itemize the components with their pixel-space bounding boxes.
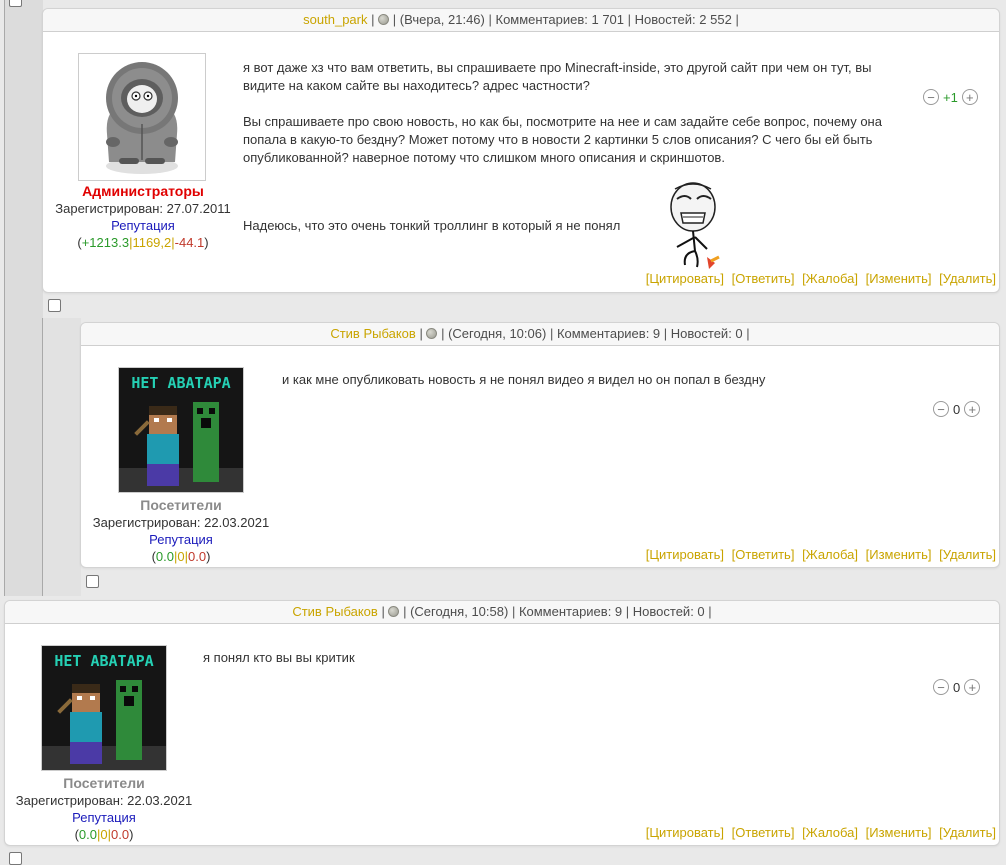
online-status-icon (388, 606, 400, 617)
select-checkbox[interactable] (86, 575, 99, 588)
reputation-link[interactable]: Репутация (5, 809, 203, 826)
comment-card-1: south_park | | (Вчера, 21:46) | Коммента… (42, 8, 1000, 293)
edit-button[interactable]: [Изменить] (866, 271, 932, 286)
online-status-icon (426, 328, 438, 339)
comment-header: south_park | | (Вчера, 21:46) | Коммента… (43, 9, 999, 32)
reputation-values: (0.0|0|0.0) (74, 827, 134, 842)
reputation-total: 1169,2 (132, 235, 172, 250)
avatar[interactable]: НЕТ АВАТАРА (118, 367, 244, 493)
select-checkbox-top[interactable] (9, 0, 22, 7)
reputation-total: 0 (100, 827, 108, 842)
comment-time: (Вчера, 21:46) (399, 12, 485, 27)
news-count: Новостей: 0 (632, 604, 705, 619)
vote-down-button[interactable]: − (933, 679, 949, 695)
rage-face-image (670, 182, 720, 269)
quote-button[interactable]: [Цитировать] (646, 825, 724, 840)
delete-button[interactable]: [Удалить] (939, 271, 996, 286)
comment-actions: [Цитировать] [Ответить] [Жалоба] [Измени… (642, 271, 996, 286)
registered-date: Зарегистрирован: 27.07.2011 (55, 201, 231, 216)
comment-actions: [Цитировать] [Ответить] [Жалоба] [Измени… (642, 825, 996, 840)
reply-button[interactable]: [Ответить] (732, 271, 795, 286)
reputation-total: 0 (177, 549, 185, 564)
user-group: Посетители (140, 497, 222, 513)
rating-value: 0 (953, 401, 961, 417)
avatar[interactable]: НЕТ АВАТАРА (41, 645, 167, 771)
reply-button[interactable]: [Ответить] (732, 825, 795, 840)
delete-button[interactable]: [Удалить] (939, 547, 996, 562)
delete-button[interactable]: [Удалить] (939, 825, 996, 840)
reputation-link[interactable]: Репутация (81, 531, 281, 548)
svg-text:НЕТ АВАТАРА: НЕТ АВАТАРА (131, 374, 230, 392)
user-info: Администраторы Зарегистрирован: 27.07.20… (43, 183, 243, 251)
comments-count: Комментариев: 9 (556, 326, 661, 341)
user-info: Посетители Зарегистрирован: 22.03.2021 Р… (5, 775, 203, 843)
user-group: Посетители (63, 775, 145, 791)
vote-widget: − 0 + (933, 401, 981, 417)
reputation-values: (+1213.3|1169,2|-44.1) (77, 235, 209, 250)
comment-time: (Сегодня, 10:06) (448, 326, 547, 341)
thread-indent-level-1 (4, 0, 43, 596)
comment-text: я вот даже хз что вам ответить, вы спраш… (243, 59, 913, 167)
vote-widget: − +1 + (923, 89, 978, 105)
vote-widget: − 0 + (933, 679, 981, 695)
edit-button[interactable]: [Изменить] (866, 547, 932, 562)
avatar[interactable] (78, 53, 206, 181)
quote-button[interactable]: [Цитировать] (646, 271, 724, 286)
quote-button[interactable]: [Цитировать] (646, 547, 724, 562)
vote-down-button[interactable]: − (923, 89, 939, 105)
vote-up-button[interactable]: + (964, 679, 981, 695)
svg-text:НЕТ АВАТАРА: НЕТ АВАТАРА (54, 652, 153, 670)
reputation-positive: 0.0 (155, 549, 174, 564)
comment-paragraph: я вот даже хз что вам ответить, вы спраш… (243, 60, 872, 93)
rating-value: 0 (953, 679, 961, 695)
reputation-positive: +1213.3 (81, 235, 130, 250)
comments-count: Комментариев: 9 (518, 604, 623, 619)
reputation-link[interactable]: Репутация (43, 217, 243, 234)
author-link[interactable]: Стив Рыбаков (292, 604, 377, 619)
select-checkbox[interactable] (9, 852, 22, 865)
reputation-negative: 0.0 (188, 549, 207, 564)
reputation-values: (0.0|0|0.0) (151, 549, 211, 564)
reputation-negative: -44.1 (174, 235, 205, 250)
online-status-icon (378, 14, 390, 25)
author-link[interactable]: Стив Рыбаков (330, 326, 415, 341)
user-group: Администраторы (82, 183, 204, 199)
reputation-negative: 0.0 (111, 827, 130, 842)
no-avatar-icon: НЕТ АВАТАРА (42, 646, 166, 770)
comments-count: Комментариев: 1 701 (495, 12, 625, 27)
comment-card-3: Стив Рыбаков | | (Сегодня, 10:58) | Комм… (4, 600, 1000, 846)
no-avatar-icon: НЕТ АВАТАРА (119, 368, 243, 492)
vote-down-button[interactable]: − (933, 401, 949, 417)
comment-card-2: Стив Рыбаков | | (Сегодня, 10:06) | Комм… (80, 322, 1000, 568)
registered-date: Зарегистрирован: 22.03.2021 (92, 515, 270, 530)
author-link[interactable]: south_park (303, 12, 367, 27)
news-count: Новостей: 0 (670, 326, 743, 341)
edit-button[interactable]: [Изменить] (866, 825, 932, 840)
rating-value: +1 (943, 89, 958, 105)
reply-button[interactable]: [Ответить] (732, 547, 795, 562)
comment-time: (Сегодня, 10:58) (410, 604, 509, 619)
comment-paragraph: Вы спрашиваете про свою новость, но как … (243, 114, 882, 165)
report-button[interactable]: [Жалоба] (802, 825, 858, 840)
news-count: Новостей: 2 552 (634, 12, 732, 27)
user-info: Посетители Зарегистрирован: 22.03.2021 Р… (81, 497, 281, 565)
report-button[interactable]: [Жалоба] (802, 271, 858, 286)
comment-text: и как мне опубликовать новость я не поня… (282, 372, 766, 387)
comment-paragraph: Надеюсь, что это очень тонкий троллинг в… (243, 218, 621, 233)
comment-actions: [Цитировать] [Ответить] [Жалоба] [Измени… (642, 547, 996, 562)
select-checkbox[interactable] (48, 299, 61, 312)
report-button[interactable]: [Жалоба] (802, 547, 858, 562)
vote-up-button[interactable]: + (964, 401, 981, 417)
comment-text: я понял кто вы вы критик (203, 650, 355, 665)
reputation-positive: 0.0 (78, 827, 97, 842)
vote-up-button[interactable]: + (961, 89, 978, 105)
comment-header: Стив Рыбаков | | (Сегодня, 10:06) | Комм… (81, 323, 999, 346)
registered-date: Зарегистрирован: 22.03.2021 (15, 793, 193, 808)
thread-indent-level-2 (42, 318, 81, 596)
kenny-avatar-icon (79, 54, 205, 180)
comment-header: Стив Рыбаков | | (Сегодня, 10:58) | Комм… (5, 601, 999, 624)
